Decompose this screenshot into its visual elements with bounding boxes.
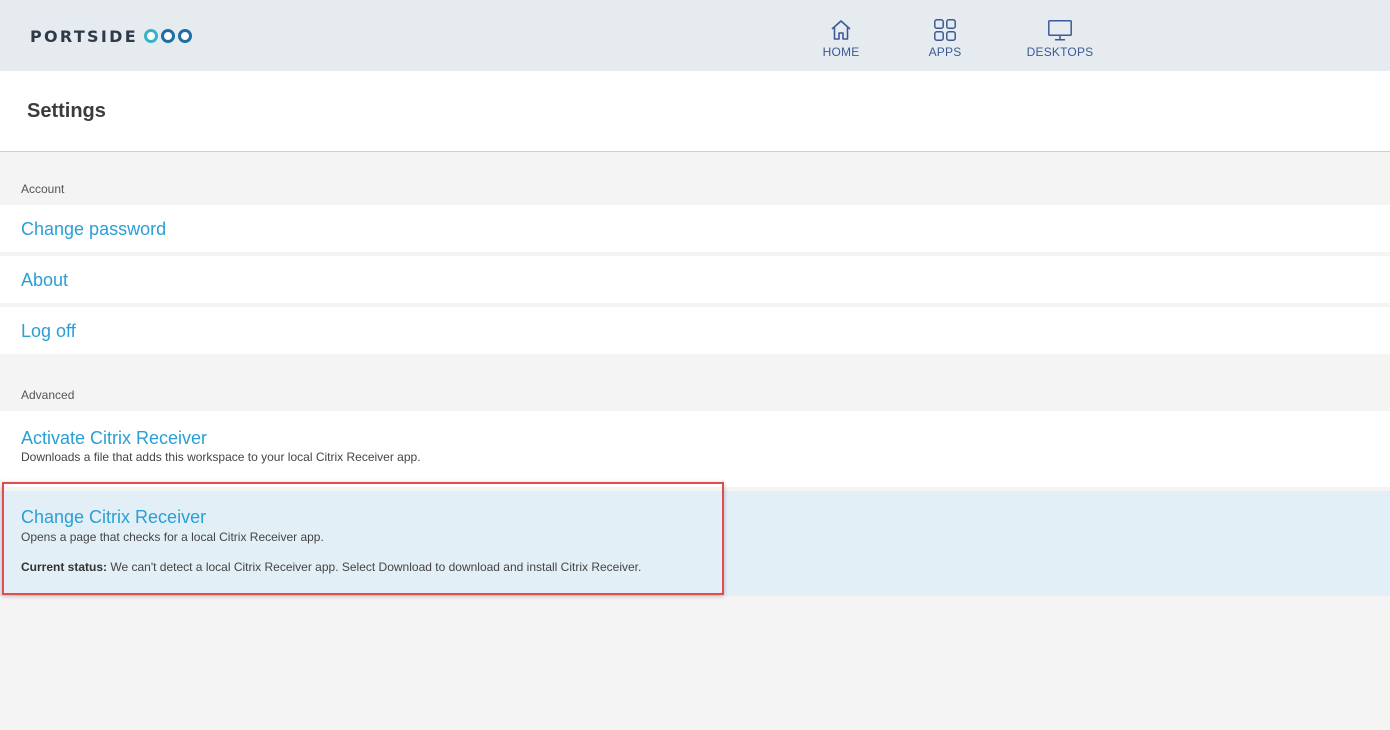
highlight-box bbox=[2, 482, 724, 595]
nav-apps-label: APPS bbox=[928, 45, 962, 59]
setting-about[interactable]: About bbox=[0, 256, 1390, 303]
activate-citrix-receiver-description: Downloads a file that adds this workspac… bbox=[21, 450, 421, 464]
logo-dots-icon bbox=[143, 29, 195, 43]
setting-change-password[interactable]: Change password bbox=[0, 205, 1390, 252]
section-label-advanced: Advanced bbox=[21, 388, 75, 402]
home-icon bbox=[831, 20, 851, 40]
logo-dot bbox=[177, 29, 192, 43]
logo-text: PORTSIDE bbox=[30, 26, 138, 46]
about-link[interactable]: About bbox=[21, 270, 68, 291]
logo-dot bbox=[160, 29, 175, 43]
portside-logo[interactable]: PORTSIDE bbox=[30, 26, 195, 46]
nav-desktops-label: DESKTOPS bbox=[1026, 45, 1094, 59]
nav-desktops[interactable]: DESKTOPS bbox=[1015, 0, 1105, 71]
page-title: Settings bbox=[27, 100, 106, 122]
setting-log-off[interactable]: Log off bbox=[0, 307, 1390, 354]
setting-activate-citrix-receiver[interactable]: Activate Citrix Receiver Downloads a fil… bbox=[0, 411, 1390, 487]
monitor-icon bbox=[1048, 20, 1072, 41]
log-off-link[interactable]: Log off bbox=[21, 321, 76, 342]
title-bar: Settings bbox=[0, 71, 1390, 152]
top-bar: PORTSIDE HOME APPS DESKTOPS bbox=[0, 0, 1390, 71]
nav-home-label: HOME bbox=[822, 45, 860, 59]
logo-dot bbox=[143, 29, 158, 43]
nav-apps[interactable]: APPS bbox=[900, 0, 990, 71]
change-password-link[interactable]: Change password bbox=[21, 219, 166, 240]
apps-grid-icon bbox=[934, 19, 956, 41]
activate-citrix-receiver-link[interactable]: Activate Citrix Receiver bbox=[21, 428, 207, 449]
section-label-account: Account bbox=[21, 182, 65, 196]
nav-home[interactable]: HOME bbox=[796, 0, 886, 71]
